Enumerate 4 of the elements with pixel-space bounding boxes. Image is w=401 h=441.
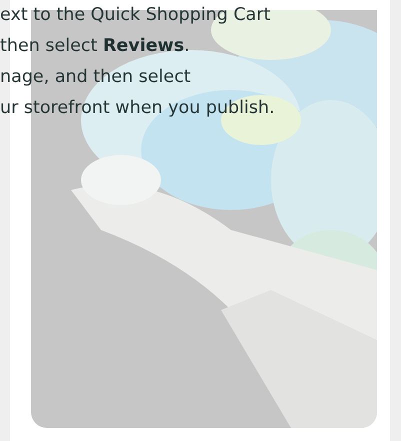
article-text-line: ext to the Quick Shopping Cart bbox=[0, 4, 270, 27]
article-text-line: then select Reviews. bbox=[0, 35, 190, 58]
article-text-line: nage, and then select bbox=[0, 66, 191, 89]
article-text-line: ur storefront when you publish. bbox=[0, 97, 275, 120]
